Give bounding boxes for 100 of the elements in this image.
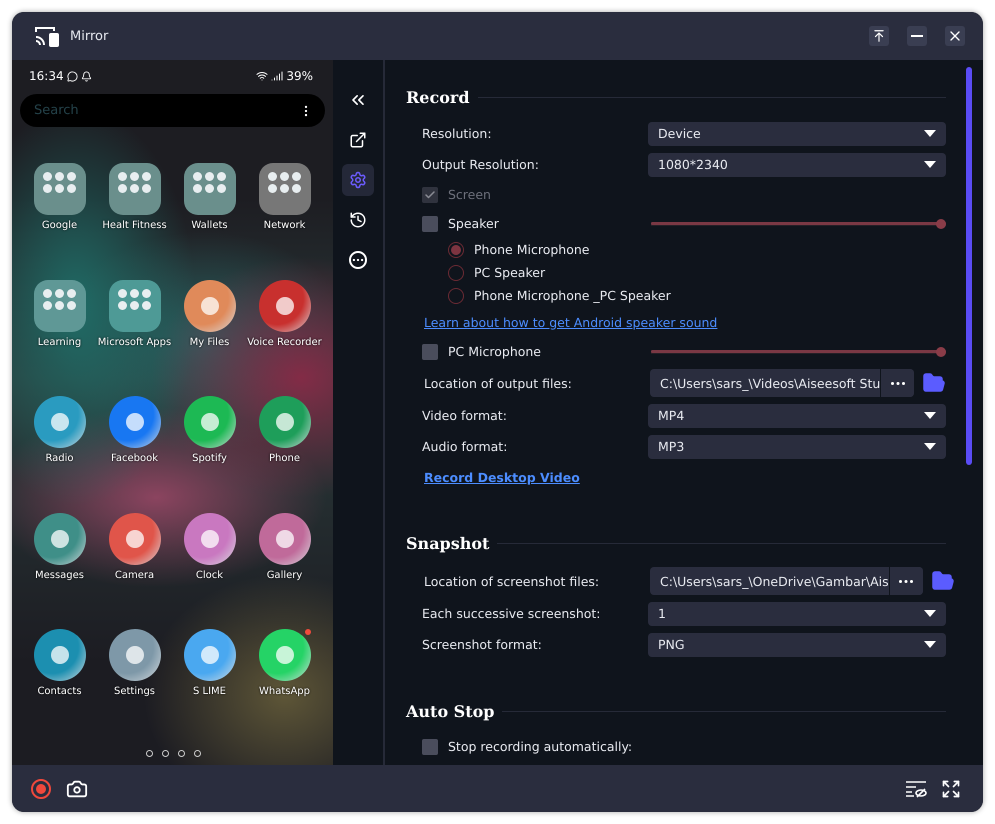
- scrollbar[interactable]: [966, 67, 972, 465]
- checkbox[interactable]: [422, 344, 438, 360]
- app-icon[interactable]: [258, 629, 310, 681]
- app-folder-icon[interactable]: [108, 280, 160, 332]
- radio-button[interactable]: [448, 264, 464, 280]
- battery-level: 39%: [286, 69, 313, 83]
- field-label: Video format:: [422, 408, 508, 423]
- radio-button[interactable]: [448, 288, 464, 304]
- hide-list-button[interactable]: [905, 780, 927, 798]
- app-folder-icon[interactable]: [34, 280, 86, 332]
- app-label: S LIME: [193, 686, 226, 697]
- pin-top-icon: [872, 29, 886, 43]
- dropdown-caret-icon: [924, 442, 936, 450]
- field-label: Each successive screenshot:: [422, 606, 602, 621]
- app-folder-icon[interactable]: [258, 163, 310, 215]
- field-label: Output Resolution:: [422, 157, 540, 172]
- dropdown[interactable]: 1: [648, 602, 946, 626]
- screen-share-icon: [349, 131, 367, 149]
- field-label: Screenshot format:: [422, 637, 543, 652]
- history-icon: [349, 211, 367, 229]
- app-label: Settings: [114, 686, 155, 697]
- record-button[interactable]: [30, 778, 52, 800]
- check-icon: [424, 188, 436, 200]
- checkbox-label: PC Microphone: [448, 344, 541, 359]
- checkbox-label: Speaker: [448, 216, 499, 231]
- slider-thumb[interactable]: [936, 218, 946, 228]
- radio-button[interactable]: [448, 242, 464, 258]
- dropdown[interactable]: Device: [648, 122, 946, 146]
- app-label: Spotify: [192, 453, 227, 464]
- dropdown[interactable]: MP3: [648, 434, 946, 458]
- app-icon[interactable]: [184, 629, 236, 681]
- field-label: Location of output files:: [424, 376, 573, 390]
- field-label: Resolution:: [422, 126, 493, 141]
- list-eye-off-icon: [905, 780, 927, 798]
- app-icon[interactable]: [184, 396, 236, 448]
- radio-label: PC Speaker: [474, 265, 546, 280]
- settings-icon: [349, 171, 367, 189]
- app-label: Camera: [114, 570, 154, 580]
- window-title: Mirror: [70, 28, 108, 44]
- pin-button[interactable]: [869, 26, 889, 46]
- search-field[interactable]: Search: [20, 94, 325, 127]
- dropdown-caret-icon: [924, 160, 936, 168]
- section-title: Snapshot: [406, 534, 490, 552]
- fullscreen-icon: [941, 778, 961, 798]
- dropdown-caret-icon: [924, 640, 936, 648]
- dropdown[interactable]: 1080*2340: [648, 152, 946, 176]
- section-title: Auto Stop: [406, 702, 494, 720]
- fullscreen-button[interactable]: [941, 778, 961, 798]
- help-link[interactable]: Record Desktop Video: [424, 470, 946, 484]
- browse-button[interactable]: [888, 567, 923, 595]
- path-field[interactable]: C:\Users\sars_\OneDrive\Gambar\Ais: [650, 567, 923, 595]
- radio-label: Phone Microphone: [474, 242, 590, 257]
- status-time: 16:34: [29, 69, 64, 83]
- ellipsis-icon: [890, 382, 905, 384]
- section-title: Record: [406, 88, 470, 106]
- field-label: Audio format:: [422, 439, 508, 454]
- app-label: Microsoft Apps: [98, 336, 172, 348]
- app-label: Facebook: [111, 453, 158, 464]
- app-folder-icon[interactable]: [34, 163, 86, 215]
- app-label: My Files: [190, 336, 230, 348]
- cast-icon: [34, 25, 60, 47]
- field-label: Location of screenshot files:: [424, 574, 600, 588]
- minimize-icon: [911, 35, 923, 37]
- checkbox-label: Screen: [448, 187, 491, 202]
- app-icon[interactable]: [34, 396, 86, 448]
- app-icon[interactable]: [34, 629, 86, 681]
- checkbox-label: Stop recording automatically:: [448, 739, 632, 754]
- app-label: Radio: [45, 453, 74, 464]
- dropdown[interactable]: PNG: [648, 632, 946, 656]
- browse-button[interactable]: [880, 369, 914, 397]
- signal-icon: [271, 70, 284, 82]
- app-label: Wallets: [191, 220, 228, 231]
- checkbox[interactable]: [422, 216, 438, 232]
- dropdown[interactable]: MP4: [648, 404, 946, 428]
- help-link[interactable]: Learn about how to get Android speaker sound: [424, 314, 946, 330]
- app-label: Voice Recorder: [247, 336, 322, 348]
- dropdown-caret-icon: [924, 610, 936, 618]
- minimize-button[interactable]: [907, 26, 927, 46]
- app-label: Clock: [196, 570, 224, 580]
- dropdown-caret-icon: [924, 412, 936, 420]
- app-icon[interactable]: [108, 629, 160, 681]
- app-label: Learning: [38, 336, 82, 348]
- app-folder-icon[interactable]: [108, 163, 160, 215]
- dropdown-caret-icon: [924, 130, 936, 138]
- app-label: Phone: [269, 453, 300, 464]
- radio-label: Phone Microphone _PC Speaker: [474, 288, 671, 303]
- path-field[interactable]: C:\Users\sars_\Videos\Aiseesoft Stu: [650, 369, 914, 397]
- close-button[interactable]: [945, 26, 965, 46]
- slider-thumb[interactable]: [936, 346, 946, 356]
- chat-icon: [66, 70, 78, 82]
- app-label: WhatsApp: [258, 686, 310, 697]
- app-label: Messages: [34, 570, 84, 580]
- app-folder-icon[interactable]: [184, 163, 236, 215]
- app-label: Contacts: [37, 686, 82, 697]
- app-label: Healt Fitness: [102, 220, 167, 231]
- more-icon: [349, 251, 367, 269]
- app-icon[interactable]: [258, 396, 310, 448]
- app-icon[interactable]: [108, 396, 160, 448]
- checkbox[interactable]: [422, 738, 438, 754]
- bell-icon: [80, 70, 92, 82]
